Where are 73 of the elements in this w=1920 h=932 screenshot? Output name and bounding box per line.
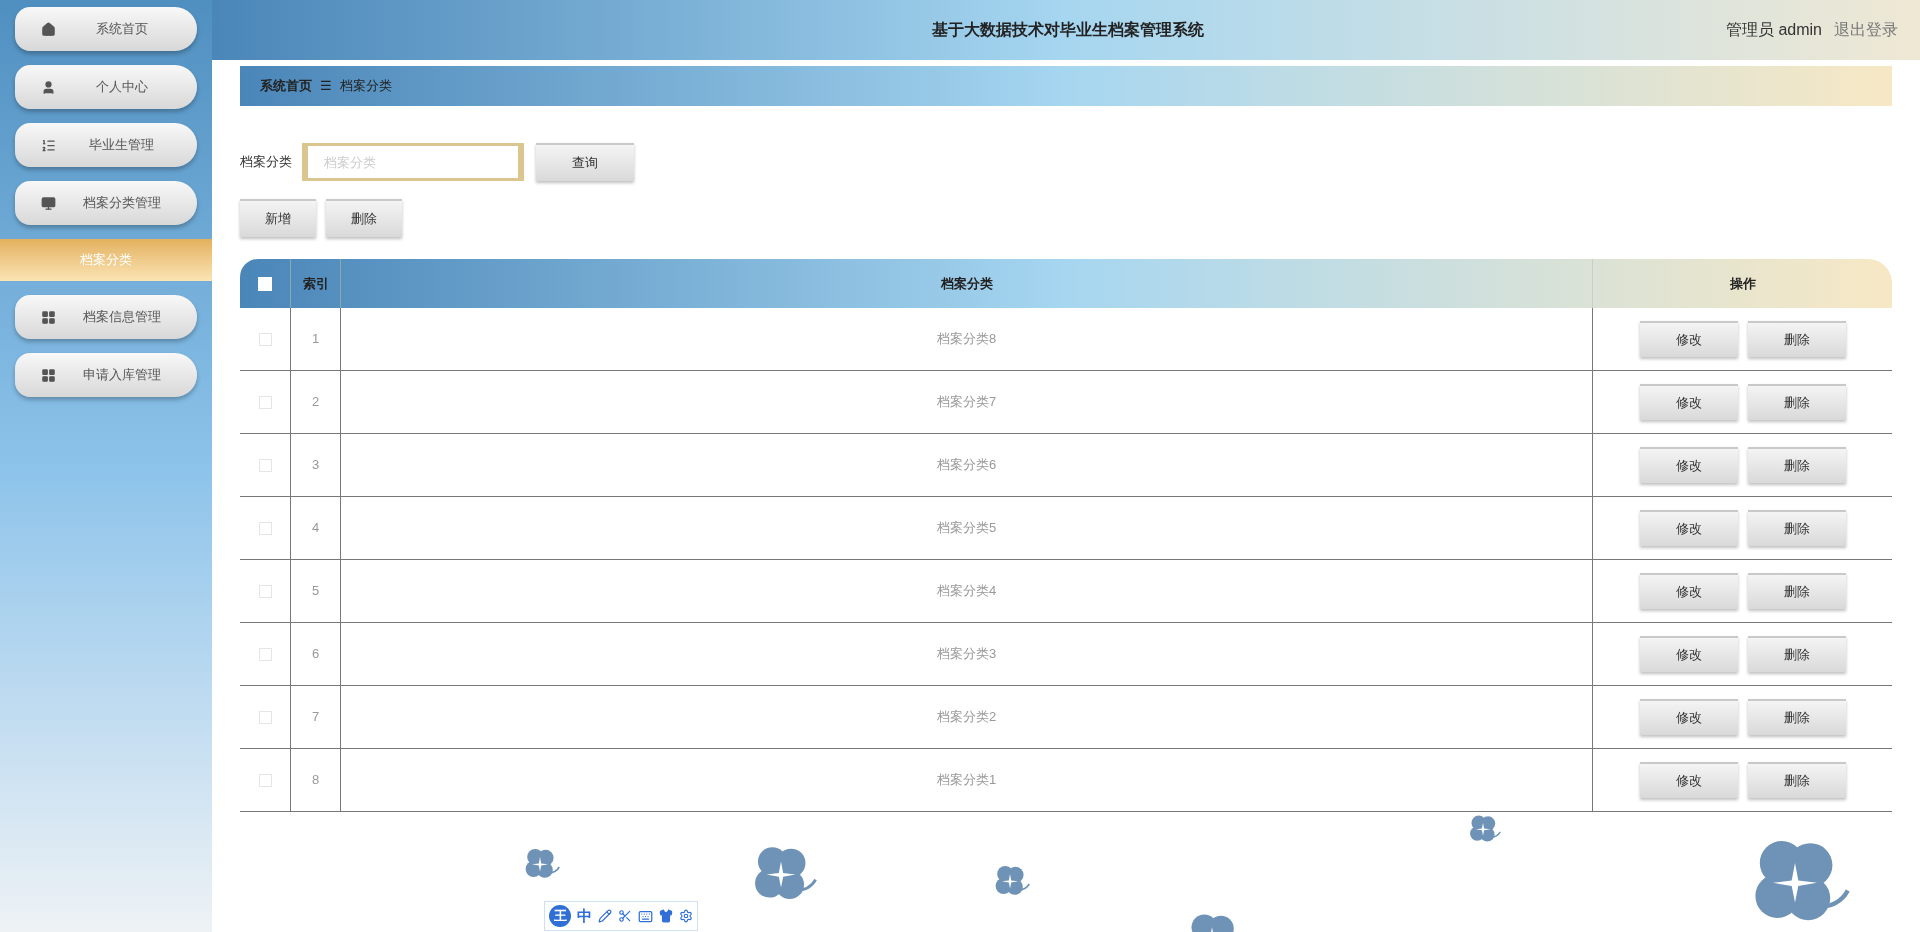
column-header: 操作 [1592,259,1892,308]
delete-button[interactable]: 删除 [1747,636,1846,672]
breadcrumb-current: 档案分类 [340,77,392,96]
edit-button[interactable]: 修改 [1639,573,1738,609]
row-checkbox[interactable] [258,458,272,472]
table-cell: 档案分类1 [340,749,1592,811]
system-title: 基于大数据技术对毕业生档案管理系统 [932,20,1204,40]
row-checkbox[interactable] [258,332,272,346]
row-checkbox[interactable] [258,521,272,535]
row-checkbox[interactable] [258,647,272,661]
home-icon [41,21,56,37]
sidebar-item[interactable]: 系统首页 [15,7,197,51]
table-cell: 2 [290,371,340,433]
table-cell: 3 [290,434,340,496]
sidebar-item[interactable]: 申请入库管理 [15,353,197,397]
logout-link[interactable]: 退出登录 [1834,18,1898,42]
table-cell: 档案分类8 [340,308,1592,370]
shirt-icon[interactable] [659,909,673,923]
breadcrumb-link[interactable]: 系统首页 [260,76,312,96]
ime-logo[interactable]: 王 [549,905,571,927]
edit-button[interactable]: 修改 [1639,510,1738,546]
delete-button[interactable]: 删除 [1747,321,1846,357]
table-cell: 7 [290,686,340,748]
sidebar-item[interactable]: 毕业生管理 [15,123,197,167]
grid-icon [41,309,56,325]
table-cell: 档案分类3 [340,623,1592,685]
select-all-checkbox[interactable] [258,276,272,291]
person-icon [41,79,56,95]
add-button[interactable]: 新增 [240,199,316,237]
edit-button[interactable]: 修改 [1639,762,1738,798]
delete-button[interactable]: 删除 [1747,699,1846,735]
edit-button[interactable]: 修改 [1639,384,1738,420]
column-header: 索引 [290,259,340,308]
delete-button[interactable]: 删除 [1747,762,1846,798]
keyboard-icon[interactable] [638,908,653,924]
delete-button[interactable]: 删除 [1747,447,1846,483]
list-icon [41,137,56,153]
breadcrumb-separator: ☰ [320,77,332,96]
delete-button[interactable]: 删除 [1747,510,1846,546]
row-checkbox[interactable] [258,773,272,787]
table-cell: 5 [290,560,340,622]
table-cell: 档案分类7 [340,371,1592,433]
table-cell: 档案分类5 [340,497,1592,559]
table-cell: 4 [290,497,340,559]
monitor-icon [41,195,56,211]
settings-icon[interactable] [679,909,693,923]
pencil-icon[interactable] [598,909,612,923]
sidebar-item[interactable]: 个人中心 [15,65,197,109]
admin-label: 管理员 admin [1725,20,1822,40]
column-header: 档案分类 [340,259,1592,308]
table-cell: 1 [290,308,340,370]
search-label: 档案分类 [240,153,292,172]
scissors-icon[interactable] [618,909,632,923]
row-checkbox[interactable] [258,395,272,409]
grid-icon [41,367,56,383]
sidebar-item[interactable]: 档案分类管理 [15,181,197,225]
search-button[interactable]: 查询 [536,143,634,181]
delete-button[interactable]: 删除 [1747,573,1846,609]
delete-button[interactable]: 删除 [326,199,402,237]
delete-button[interactable]: 删除 [1747,384,1846,420]
table-cell: 档案分类2 [340,686,1592,748]
edit-button[interactable]: 修改 [1639,636,1738,672]
table-cell: 档案分类4 [340,560,1592,622]
edit-button[interactable]: 修改 [1639,699,1738,735]
row-checkbox[interactable] [258,584,272,598]
table-cell: 6 [290,623,340,685]
edit-button[interactable]: 修改 [1639,321,1738,357]
table-cell: 8 [290,749,340,811]
row-checkbox[interactable] [258,710,272,724]
ime-mode[interactable]: 中 [577,904,592,928]
edit-button[interactable]: 修改 [1639,447,1738,483]
sidebar-item[interactable]: 档案信息管理 [15,295,197,339]
table-cell: 档案分类6 [340,434,1592,496]
